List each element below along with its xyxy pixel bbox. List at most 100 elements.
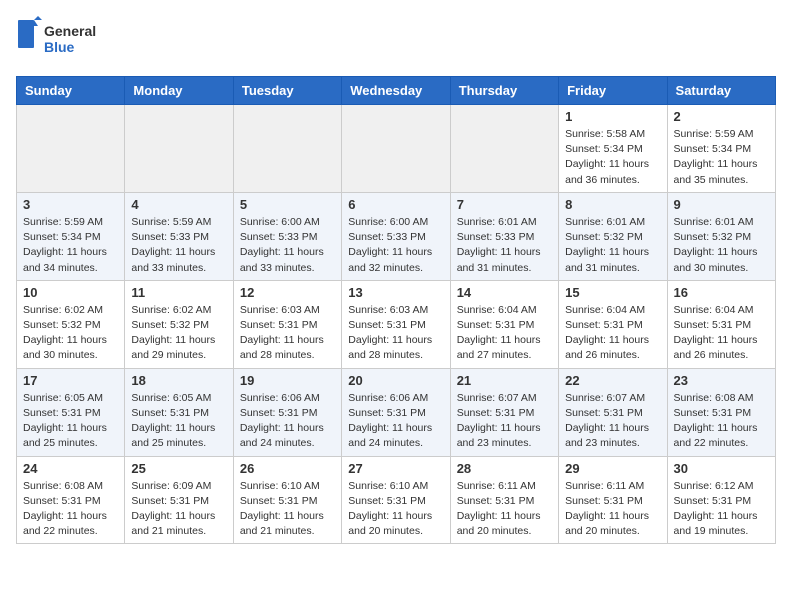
day-number: 10 bbox=[23, 285, 118, 300]
day-info: Sunrise: 5:59 AM Sunset: 5:33 PM Dayligh… bbox=[131, 215, 226, 276]
page-header: General Blue bbox=[16, 16, 776, 64]
calendar-cell: 6Sunrise: 6:00 AM Sunset: 5:33 PM Daylig… bbox=[342, 192, 450, 280]
day-number: 7 bbox=[457, 197, 552, 212]
day-info: Sunrise: 6:01 AM Sunset: 5:33 PM Dayligh… bbox=[457, 215, 552, 276]
day-info: Sunrise: 6:11 AM Sunset: 5:31 PM Dayligh… bbox=[457, 479, 552, 540]
calendar-cell: 20 Sunrise: 6:06 AM Sunset: 5:31 PM Dayli… bbox=[342, 368, 450, 456]
day-info: Sunrise: 6:07 AM Sunset: 5:31 PM Dayligh… bbox=[457, 391, 552, 452]
day-info: Sunrise: 6:05 AM Sunset: 5:31 PM Dayligh… bbox=[131, 391, 226, 452]
calendar-cell: 29 Sunrise: 6:11 AM Sunset: 5:31 PM Dayli… bbox=[559, 456, 667, 544]
day-info: Sunrise: 6:06 AM Sunset: 5:31 PM Dayligh… bbox=[240, 391, 335, 452]
day-number: 9 bbox=[674, 197, 769, 212]
weekday-header-tuesday: Tuesday bbox=[233, 77, 341, 105]
calendar-week-4: 17 Sunrise: 6:05 AM Sunset: 5:31 PM Dayli… bbox=[17, 368, 776, 456]
day-number: 22 bbox=[565, 373, 660, 388]
calendar-cell bbox=[450, 105, 558, 193]
day-number: 1 bbox=[565, 109, 660, 124]
svg-text:General: General bbox=[44, 23, 96, 39]
svg-text:Blue: Blue bbox=[44, 39, 75, 55]
calendar-cell: 22Sunrise: 6:07 AM Sunset: 5:31 PM Dayli… bbox=[559, 368, 667, 456]
calendar-cell: 24Sunrise: 6:08 AM Sunset: 5:31 PM Dayli… bbox=[17, 456, 125, 544]
weekday-header-monday: Monday bbox=[125, 77, 233, 105]
weekday-header-sunday: Sunday bbox=[17, 77, 125, 105]
calendar-cell: 30 Sunrise: 6:12 AM Sunset: 5:31 PM Dayli… bbox=[667, 456, 775, 544]
day-info: Sunrise: 6:03 AM Sunset: 5:31 PM Dayligh… bbox=[240, 303, 335, 364]
day-info: Sunrise: 6:11 AM Sunset: 5:31 PM Dayligh… bbox=[565, 479, 660, 540]
day-number: 2 bbox=[674, 109, 769, 124]
calendar-cell: 13Sunrise: 6:03 AM Sunset: 5:31 PM Dayli… bbox=[342, 280, 450, 368]
day-number: 27 bbox=[348, 461, 443, 476]
day-info: Sunrise: 6:01 AM Sunset: 5:32 PM Dayligh… bbox=[674, 215, 769, 276]
calendar-cell bbox=[17, 105, 125, 193]
day-info: Sunrise: 5:58 AM Sunset: 5:34 PM Dayligh… bbox=[565, 127, 660, 188]
day-info: Sunrise: 5:59 AM Sunset: 5:34 PM Dayligh… bbox=[23, 215, 118, 276]
day-info: Sunrise: 6:03 AM Sunset: 5:31 PM Dayligh… bbox=[348, 303, 443, 364]
calendar-cell: 10 Sunrise: 6:02 AM Sunset: 5:32 PM Dayli… bbox=[17, 280, 125, 368]
calendar-week-3: 10 Sunrise: 6:02 AM Sunset: 5:32 PM Dayli… bbox=[17, 280, 776, 368]
day-number: 11 bbox=[131, 285, 226, 300]
day-info: Sunrise: 6:00 AM Sunset: 5:33 PM Dayligh… bbox=[240, 215, 335, 276]
calendar-cell: 17 Sunrise: 6:05 AM Sunset: 5:31 PM Dayli… bbox=[17, 368, 125, 456]
day-number: 3 bbox=[23, 197, 118, 212]
calendar-cell: 18Sunrise: 6:05 AM Sunset: 5:31 PM Dayli… bbox=[125, 368, 233, 456]
day-info: Sunrise: 6:05 AM Sunset: 5:31 PM Dayligh… bbox=[23, 391, 118, 452]
weekday-header-row: SundayMondayTuesdayWednesdayThursdayFrid… bbox=[17, 77, 776, 105]
day-number: 21 bbox=[457, 373, 552, 388]
day-info: Sunrise: 6:02 AM Sunset: 5:32 PM Dayligh… bbox=[131, 303, 226, 364]
day-number: 16 bbox=[674, 285, 769, 300]
day-number: 12 bbox=[240, 285, 335, 300]
day-info: Sunrise: 6:04 AM Sunset: 5:31 PM Dayligh… bbox=[457, 303, 552, 364]
day-number: 26 bbox=[240, 461, 335, 476]
calendar-week-2: 3 Sunrise: 5:59 AM Sunset: 5:34 PM Daylig… bbox=[17, 192, 776, 280]
day-info: Sunrise: 6:01 AM Sunset: 5:32 PM Dayligh… bbox=[565, 215, 660, 276]
day-info: Sunrise: 5:59 AM Sunset: 5:34 PM Dayligh… bbox=[674, 127, 769, 188]
calendar-cell bbox=[233, 105, 341, 193]
calendar-week-1: 1 Sunrise: 5:58 AM Sunset: 5:34 PM Daylig… bbox=[17, 105, 776, 193]
day-info: Sunrise: 6:09 AM Sunset: 5:31 PM Dayligh… bbox=[131, 479, 226, 540]
day-number: 23 bbox=[674, 373, 769, 388]
day-info: Sunrise: 6:12 AM Sunset: 5:31 PM Dayligh… bbox=[674, 479, 769, 540]
day-info: Sunrise: 6:04 AM Sunset: 5:31 PM Dayligh… bbox=[674, 303, 769, 364]
day-number: 20 bbox=[348, 373, 443, 388]
day-number: 28 bbox=[457, 461, 552, 476]
day-info: Sunrise: 6:08 AM Sunset: 5:31 PM Dayligh… bbox=[674, 391, 769, 452]
day-info: Sunrise: 6:08 AM Sunset: 5:31 PM Dayligh… bbox=[23, 479, 118, 540]
calendar-cell: 8 Sunrise: 6:01 AM Sunset: 5:32 PM Daylig… bbox=[559, 192, 667, 280]
calendar-cell bbox=[342, 105, 450, 193]
day-number: 14 bbox=[457, 285, 552, 300]
day-number: 17 bbox=[23, 373, 118, 388]
calendar-cell: 19 Sunrise: 6:06 AM Sunset: 5:31 PM Dayli… bbox=[233, 368, 341, 456]
day-number: 8 bbox=[565, 197, 660, 212]
day-number: 15 bbox=[565, 285, 660, 300]
calendar-table: SundayMondayTuesdayWednesdayThursdayFrid… bbox=[16, 76, 776, 544]
calendar-cell: 5Sunrise: 6:00 AM Sunset: 5:33 PM Daylig… bbox=[233, 192, 341, 280]
calendar-cell: 27 Sunrise: 6:10 AM Sunset: 5:31 PM Dayli… bbox=[342, 456, 450, 544]
calendar-cell: 14 Sunrise: 6:04 AM Sunset: 5:31 PM Dayli… bbox=[450, 280, 558, 368]
calendar-cell: 11 Sunrise: 6:02 AM Sunset: 5:32 PM Dayli… bbox=[125, 280, 233, 368]
logo-icon: General Blue bbox=[16, 16, 106, 64]
day-number: 6 bbox=[348, 197, 443, 212]
calendar-cell: 23 Sunrise: 6:08 AM Sunset: 5:31 PM Dayli… bbox=[667, 368, 775, 456]
day-number: 4 bbox=[131, 197, 226, 212]
logo: General Blue bbox=[16, 16, 106, 64]
calendar-cell: 16 Sunrise: 6:04 AM Sunset: 5:31 PM Dayli… bbox=[667, 280, 775, 368]
calendar-cell: 28 Sunrise: 6:11 AM Sunset: 5:31 PM Dayli… bbox=[450, 456, 558, 544]
day-number: 25 bbox=[131, 461, 226, 476]
calendar-week-5: 24Sunrise: 6:08 AM Sunset: 5:31 PM Dayli… bbox=[17, 456, 776, 544]
day-info: Sunrise: 6:04 AM Sunset: 5:31 PM Dayligh… bbox=[565, 303, 660, 364]
day-info: Sunrise: 6:06 AM Sunset: 5:31 PM Dayligh… bbox=[348, 391, 443, 452]
calendar-cell: 7 Sunrise: 6:01 AM Sunset: 5:33 PM Daylig… bbox=[450, 192, 558, 280]
calendar-cell: 2 Sunrise: 5:59 AM Sunset: 5:34 PM Daylig… bbox=[667, 105, 775, 193]
day-number: 29 bbox=[565, 461, 660, 476]
weekday-header-thursday: Thursday bbox=[450, 77, 558, 105]
weekday-header-wednesday: Wednesday bbox=[342, 77, 450, 105]
calendar-cell: 15 Sunrise: 6:04 AM Sunset: 5:31 PM Dayli… bbox=[559, 280, 667, 368]
day-info: Sunrise: 6:02 AM Sunset: 5:32 PM Dayligh… bbox=[23, 303, 118, 364]
day-number: 19 bbox=[240, 373, 335, 388]
day-number: 30 bbox=[674, 461, 769, 476]
day-info: Sunrise: 6:10 AM Sunset: 5:31 PM Dayligh… bbox=[348, 479, 443, 540]
weekday-header-saturday: Saturday bbox=[667, 77, 775, 105]
calendar-cell: 4 Sunrise: 5:59 AM Sunset: 5:33 PM Daylig… bbox=[125, 192, 233, 280]
calendar-cell bbox=[125, 105, 233, 193]
calendar-cell: 25 Sunrise: 6:09 AM Sunset: 5:31 PM Dayli… bbox=[125, 456, 233, 544]
